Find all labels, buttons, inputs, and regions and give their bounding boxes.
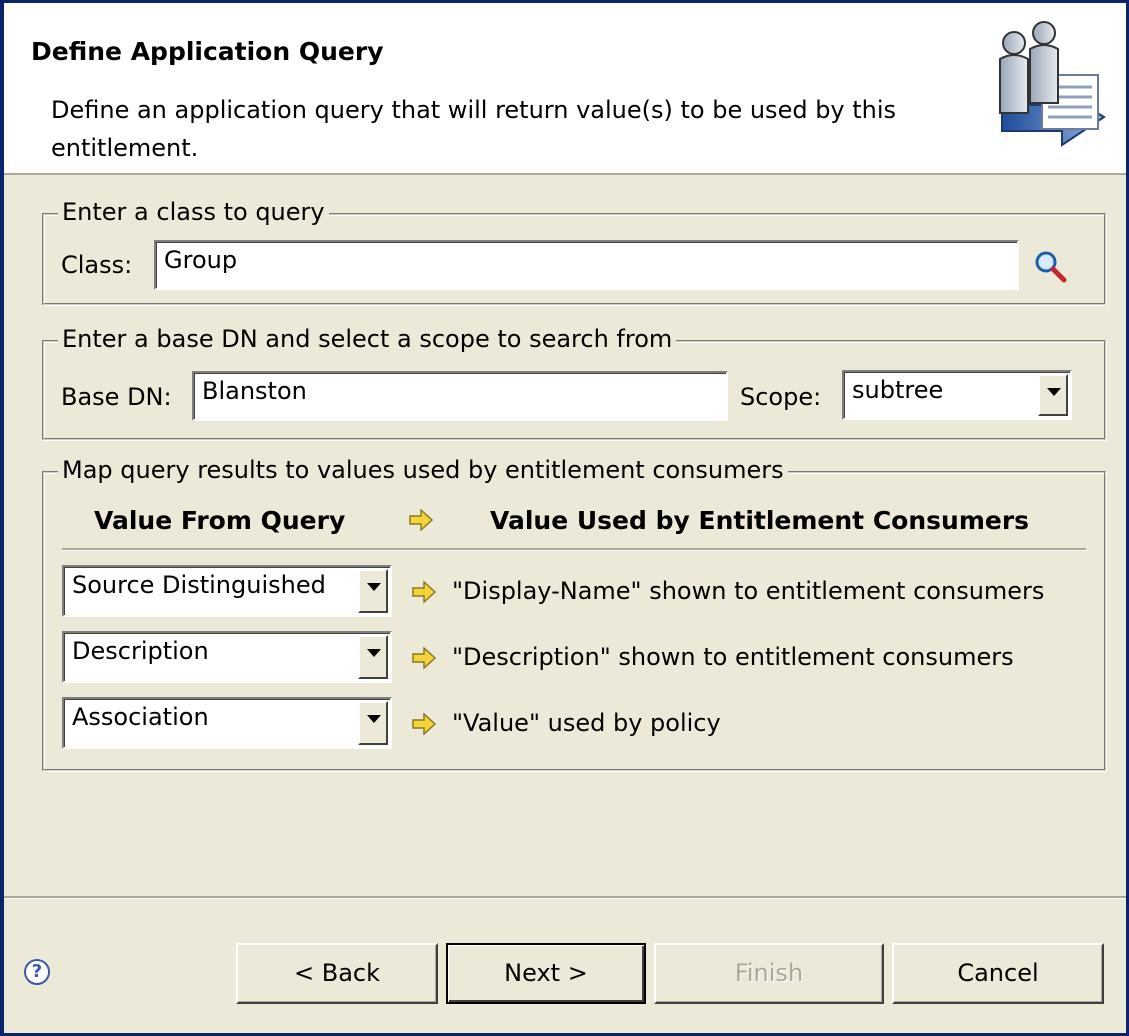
value-from-select-3[interactable]: Association [62, 697, 392, 749]
value-from-select-1[interactable]: Source Distinguished [62, 565, 392, 617]
value-from-dropdown-1[interactable] [358, 569, 388, 613]
base-dn-label: Base DN: [61, 383, 172, 411]
scope-select[interactable]: subtree [842, 370, 1072, 420]
value-to-text-2: "Description" shown to entitlement consu… [452, 643, 1014, 671]
map-arrow-icon-2 [412, 647, 436, 669]
users-arrow-icon [999, 21, 1106, 147]
value-from-text-1: Source Distinguished [72, 571, 326, 599]
class-input[interactable]: Group [154, 240, 1019, 290]
map-arrow-icon-3 [412, 713, 436, 735]
map-group-legend: Map query results to values used by enti… [58, 456, 788, 484]
scope-label: Scope: [740, 383, 822, 411]
header-arrow-icon [409, 509, 433, 531]
scope-dropdown-button[interactable] [1038, 374, 1068, 416]
page-description: Define an application query that will re… [51, 96, 897, 162]
base-dn-group-legend: Enter a base DN and select a scope to se… [58, 325, 677, 353]
wizard-banner: Define Application Query Define an appli… [4, 3, 1126, 175]
finish-button[interactable]: Finish [654, 943, 884, 1004]
value-from-text-2: Description [72, 637, 209, 665]
wizard-window: Define Application Query Define an appli… [0, 0, 1129, 1036]
value-from-text-3: Association [72, 703, 209, 731]
value-to-text-1: "Display-Name" shown to entitlement cons… [452, 577, 1045, 605]
scope-value: subtree [852, 376, 944, 404]
base-dn-input[interactable]: Blanston [192, 371, 728, 421]
back-button[interactable]: < Back [236, 943, 438, 1004]
button-bar-separator [4, 896, 1126, 899]
class-group-legend: Enter a class to query [58, 198, 329, 226]
column-header-from: Value From Query [94, 506, 346, 535]
help-icon[interactable]: ? [24, 959, 50, 985]
class-label: Class: [61, 251, 133, 279]
value-to-text-3: "Value" used by policy [452, 709, 721, 737]
value-from-dropdown-2[interactable] [358, 635, 388, 679]
value-from-select-2[interactable]: Description [62, 631, 392, 683]
column-header-to: Value Used by Entitlement Consumers [490, 506, 1030, 535]
header-separator [62, 548, 1086, 551]
value-from-dropdown-3[interactable] [358, 701, 388, 745]
map-arrow-icon-1 [412, 581, 436, 603]
next-button[interactable]: Next > [446, 943, 646, 1004]
cancel-button[interactable]: Cancel [892, 943, 1104, 1004]
magnifier-icon[interactable] [1034, 250, 1068, 284]
page-title: Define Application Query [31, 37, 384, 66]
